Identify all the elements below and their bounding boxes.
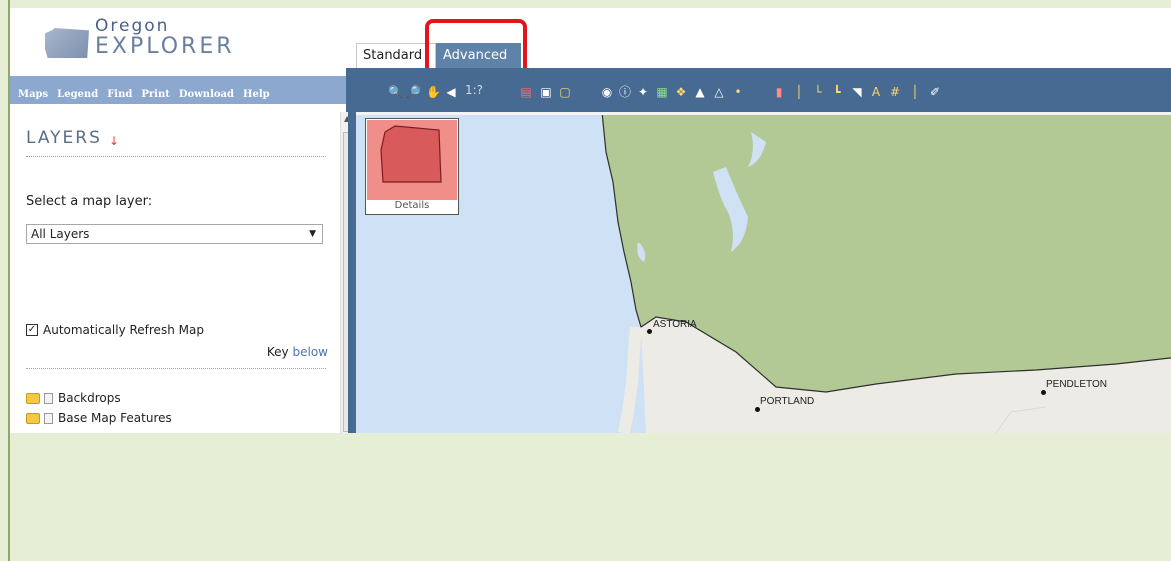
label-icon[interactable]: A	[869, 85, 883, 99]
map-canvas[interactable]: ASTORIA PORTLAND PENDLETON	[348, 112, 1171, 433]
line-icon[interactable]: └	[811, 85, 825, 99]
save-icon[interactable]: ▣	[539, 85, 553, 99]
layer-select[interactable]: All Layers ▼	[26, 224, 323, 244]
app-window: Oregon EXPLORER Standard Advanced Maps L…	[10, 8, 1171, 433]
scale-readout: 1:?	[465, 83, 484, 97]
tab-standard[interactable]: Standard	[356, 43, 436, 68]
nav-download[interactable]: Download	[179, 89, 234, 100]
oregon-explorer-logo[interactable]: Oregon EXPLORER	[35, 12, 265, 70]
chevron-down-icon: ▼	[309, 229, 316, 239]
auto-refresh-row[interactable]: ✓ Automatically Refresh Map	[26, 323, 204, 337]
details-label: Details	[394, 200, 430, 211]
city-marker	[647, 329, 652, 334]
query-icon[interactable]: ✦	[636, 85, 650, 99]
key-below-link[interactable]: below	[293, 345, 329, 359]
zoom-in-icon[interactable]: 🔍	[388, 85, 403, 99]
marker-icon[interactable]: │	[908, 85, 922, 99]
nav-print[interactable]: Print	[141, 89, 169, 100]
city-label-astoria: ASTORIA	[653, 319, 697, 330]
logo-title-line2: EXPLORER	[95, 34, 235, 59]
oregon-state-thumbnail	[367, 120, 457, 200]
eraser-icon[interactable]: ✐	[928, 85, 942, 99]
folder-icon	[26, 412, 40, 424]
layer-select-value: All Layers	[31, 227, 90, 241]
grid-icon[interactable]: #	[888, 85, 902, 99]
area-icon[interactable]: ▲	[693, 85, 707, 99]
select-layer-label: Select a map layer:	[26, 194, 153, 209]
tree-item-label: Base Map Features	[58, 411, 172, 425]
select-icon[interactable]: ▦	[655, 85, 669, 99]
folder-icon	[26, 392, 40, 404]
key-text: Key	[266, 345, 289, 359]
tree-item-label: Backdrops	[58, 391, 121, 405]
details-thumbnail[interactable]: Details	[365, 118, 459, 215]
zoom-out-icon[interactable]: 🔎	[406, 85, 421, 99]
layer-toggle-icon[interactable]	[44, 392, 53, 404]
layers-heading: LAYERS	[26, 128, 102, 148]
pdf-icon[interactable]: ▤	[519, 85, 533, 99]
pan-hand-icon[interactable]: ✋	[426, 85, 441, 99]
key-below-text: Key below	[267, 345, 328, 359]
nav-maps[interactable]: Maps	[18, 89, 48, 100]
buffer-icon[interactable]: ❖	[674, 85, 688, 99]
nav-help[interactable]: Help	[243, 89, 270, 100]
auto-refresh-checkbox[interactable]: ✓	[26, 324, 38, 336]
info-icon[interactable]: ⓘ	[618, 85, 632, 99]
open-folder-icon[interactable]: ▢	[558, 85, 572, 99]
text-icon[interactable]: ◥	[850, 85, 864, 99]
city-label-pendleton: PENDLETON	[1046, 379, 1107, 390]
point-icon[interactable]: │	[792, 85, 806, 99]
layer-toggle-icon[interactable]	[44, 412, 53, 424]
divider	[26, 156, 326, 157]
map-toolbar: 🔍 🔎 ✋ ◀ 1:? ▤ ▣ ▢ ◉ ⓘ ✦ ▦ ❖ ▲ △ • ▮ │ └ …	[346, 68, 1171, 112]
tree-item-base-map-features[interactable]: Base Map Features	[26, 411, 172, 425]
city-marker	[1041, 390, 1046, 395]
collapse-arrow-icon[interactable]: ↓	[109, 134, 119, 148]
layers-panel: LAYERS ↓ Select a map layer: All Layers …	[10, 104, 346, 425]
city-label-portland: PORTLAND	[760, 396, 815, 407]
oregon-shape-icon	[45, 28, 89, 58]
nav-legend[interactable]: Legend	[57, 89, 98, 100]
nav-find[interactable]: Find	[107, 89, 132, 100]
identify-icon[interactable]: ◉	[600, 85, 614, 99]
auto-refresh-label: Automatically Refresh Map	[43, 323, 204, 337]
city-marker	[755, 407, 760, 412]
advanced-tab-highlight	[425, 19, 527, 75]
draw-icon[interactable]: ▮	[772, 85, 786, 99]
polygon-icon[interactable]: ┗	[830, 85, 844, 99]
divider	[26, 368, 326, 369]
pin-icon[interactable]: •	[731, 85, 745, 99]
back-arrow-icon[interactable]: ◀	[444, 85, 458, 99]
tree-item-backdrops[interactable]: Backdrops	[26, 391, 121, 405]
measure-icon[interactable]: △	[712, 85, 726, 99]
logo-title-line1: Oregon	[95, 16, 170, 36]
